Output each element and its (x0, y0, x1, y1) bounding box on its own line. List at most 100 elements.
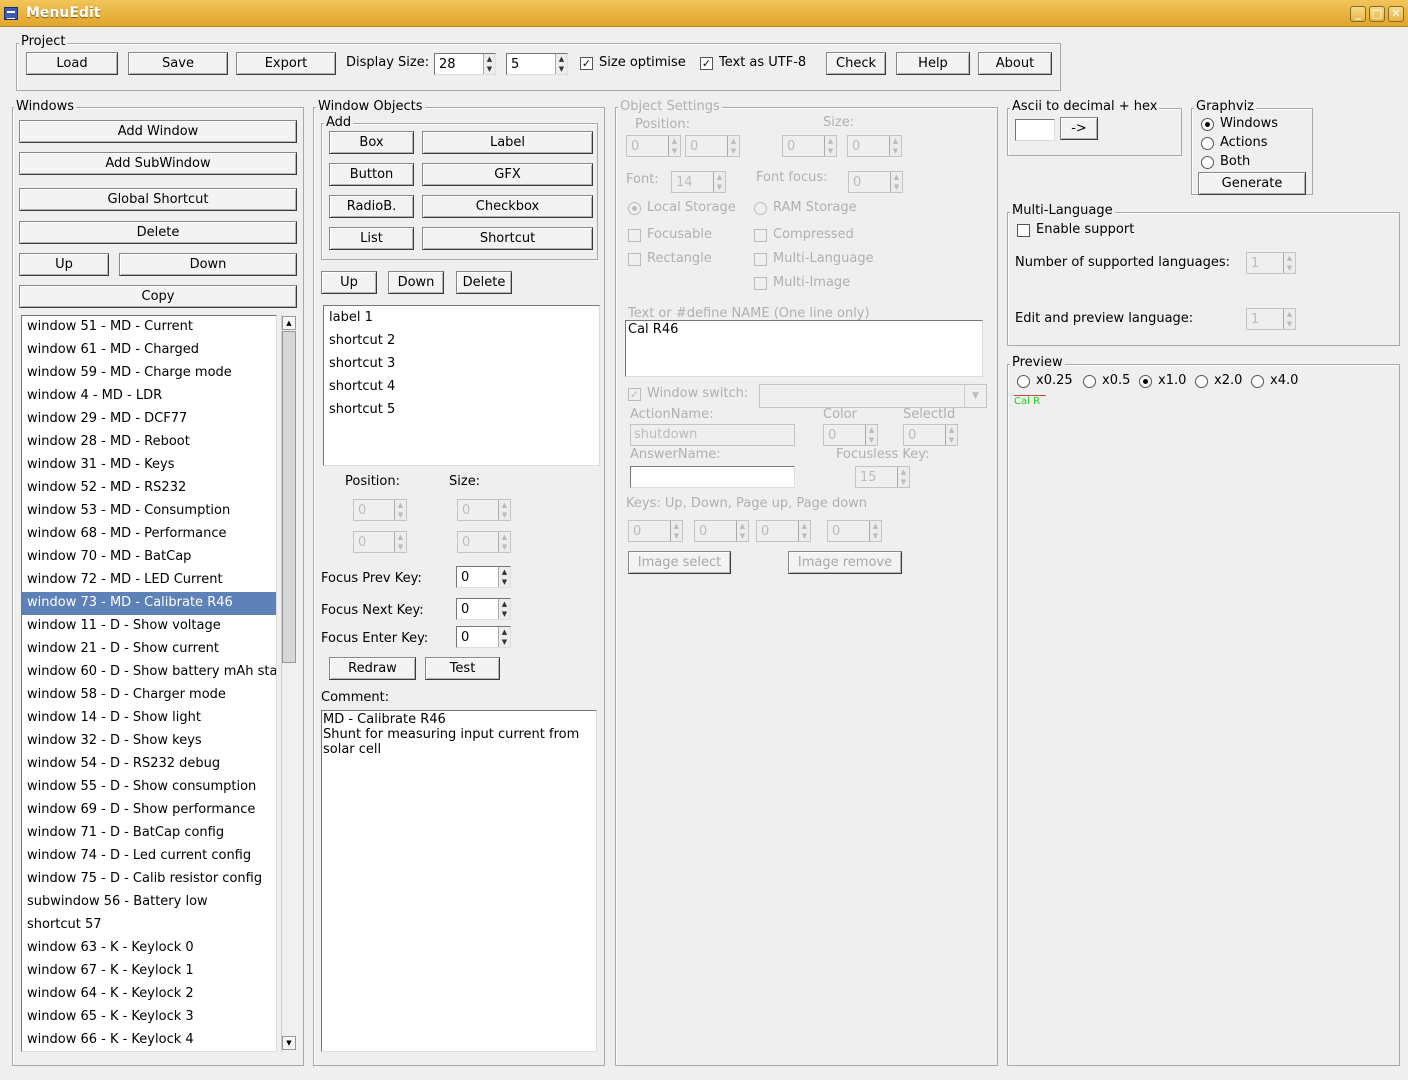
global-shortcut-button[interactable]: Global Shortcut (19, 188, 297, 211)
spinner-arrows-icon[interactable]: ▲ ▼ (498, 567, 510, 587)
window-list-item[interactable]: window 14 - D - Show light (22, 707, 276, 730)
window-list-item[interactable]: window 32 - D - Show keys (22, 730, 276, 753)
zoom-radio[interactable] (1083, 375, 1096, 388)
window-list-item[interactable]: window 61 - MD - Charged (22, 339, 276, 362)
window-list-item[interactable]: window 59 - MD - Charge mode (22, 362, 276, 385)
spinner-arrows-icon[interactable]: ▲ ▼ (736, 521, 748, 541)
scroll-down-icon[interactable]: ▼ (282, 1036, 296, 1050)
answer-name-input[interactable] (630, 466, 795, 488)
settings-size-h-spinner[interactable]: 0 ▲ ▼ (847, 135, 902, 157)
spinner-arrows-icon[interactable]: ▲ ▼ (897, 467, 909, 487)
spinner-arrows-icon[interactable]: ▲ ▼ (668, 136, 680, 156)
window-down-button[interactable]: Down (119, 253, 297, 276)
object-list-item[interactable]: shortcut 4 (324, 376, 599, 399)
ascii-convert-button[interactable]: -> (1060, 117, 1098, 140)
key-pgup-spinner[interactable]: 0 ▲ ▼ (756, 520, 811, 542)
window-list-item[interactable]: window 55 - D - Show consumption (22, 776, 276, 799)
save-button[interactable]: Save (128, 52, 228, 75)
add-subwindow-button[interactable]: Add SubWindow (19, 152, 297, 175)
enable-multilang-checkbox[interactable] (1017, 224, 1030, 237)
windows-list[interactable]: window 51 - MD - Current window 61 - MD -… (21, 315, 277, 1052)
font-spinner[interactable]: 14 ▲ ▼ (671, 171, 726, 193)
window-list-item[interactable]: window 73 - MD - Calibrate R46 (22, 592, 276, 615)
export-button[interactable]: Export (236, 52, 336, 75)
window-list-item[interactable]: window 66 - K - Keylock 4 (22, 1029, 276, 1051)
spinner-arrows-icon[interactable]: ▲ ▼ (1283, 253, 1295, 273)
zoom-radio[interactable] (1017, 375, 1030, 388)
edit-language-spinner[interactable]: 1 ▲ ▼ (1246, 308, 1296, 330)
window-list-item[interactable]: window 69 - D - Show performance (22, 799, 276, 822)
add-gfx-button[interactable]: GFX (422, 163, 593, 186)
window-list-item[interactable]: shortcut 57 (22, 914, 276, 937)
spinner-arrows-icon[interactable]: ▲ ▼ (889, 136, 901, 156)
windows-list-scrollbar[interactable]: ▲ ▼ (281, 315, 297, 1052)
object-text-input[interactable]: Cal R46 (625, 320, 983, 377)
copy-window-button[interactable]: Copy (19, 285, 297, 308)
focus-prev-spinner[interactable]: 0 ▲ ▼ (456, 566, 511, 588)
object-size-h-spinner[interactable]: 0 ▲ ▼ (457, 531, 511, 553)
window-list-item[interactable]: subwindow 56 - Battery low (22, 891, 276, 914)
add-button-button[interactable]: Button (329, 163, 414, 186)
focus-next-spinner[interactable]: 0 ▲ ▼ (456, 598, 511, 620)
spinner-arrows-icon[interactable]: ▲ ▼ (498, 627, 510, 647)
object-list-item[interactable]: label 1 (324, 307, 599, 330)
add-checkbox-button[interactable]: Checkbox (422, 195, 593, 218)
object-list-item[interactable]: shortcut 2 (324, 330, 599, 353)
focusless-key-spinner[interactable]: 15 ▲ ▼ (855, 466, 910, 488)
spinner-arrows-icon[interactable]: ▲ ▼ (670, 521, 682, 541)
minimize-icon[interactable]: _ (1350, 6, 1366, 22)
spinner-arrows-icon[interactable]: ▲ ▼ (498, 532, 510, 552)
redraw-button[interactable]: Redraw (329, 657, 416, 680)
window-list-item[interactable]: window 11 - D - Show voltage (22, 615, 276, 638)
window-list-item[interactable]: window 54 - D - RS232 debug (22, 753, 276, 776)
window-list-item[interactable]: window 63 - K - Keylock 0 (22, 937, 276, 960)
graphviz-generate-button[interactable]: Generate (1198, 172, 1306, 195)
key-up-spinner[interactable]: 0 ▲ ▼ (628, 520, 683, 542)
window-list-item[interactable]: window 4 - MD - LDR (22, 385, 276, 408)
add-radio-button[interactable]: RadioB. (329, 195, 414, 218)
window-list-item[interactable]: window 53 - MD - Consumption (22, 500, 276, 523)
key-pgdn-spinner[interactable]: 0 ▲ ▼ (827, 520, 882, 542)
spinner-arrows-icon[interactable]: ▲ ▼ (394, 500, 406, 520)
scroll-up-icon[interactable]: ▲ (282, 316, 296, 330)
multi-image-checkbox[interactable] (754, 277, 767, 290)
about-button[interactable]: About (978, 52, 1052, 75)
window-list-item[interactable]: window 51 - MD - Current (22, 316, 276, 339)
settings-pos-x-spinner[interactable]: 0 ▲ ▼ (626, 135, 681, 157)
font-focus-spinner[interactable]: 0 ▲ ▼ (848, 171, 903, 193)
zoom-radio[interactable] (1195, 375, 1208, 388)
window-list-item[interactable]: window 74 - D - Led current config (22, 845, 276, 868)
window-list-item[interactable]: window 28 - MD - Reboot (22, 431, 276, 454)
spinner-arrows-icon[interactable]: ▲ ▼ (498, 500, 510, 520)
window-up-button[interactable]: Up (19, 253, 109, 276)
spinner-arrows-icon[interactable]: ▲ ▼ (713, 172, 725, 192)
window-list-item[interactable]: window 52 - MD - RS232 (22, 477, 276, 500)
spinner-arrows-icon[interactable]: ▲ ▼ (865, 425, 877, 445)
color-spinner[interactable]: 0 ▲ ▼ (823, 424, 878, 446)
scroll-thumb[interactable] (282, 331, 296, 663)
window-list-item[interactable]: window 67 - K - Keylock 1 (22, 960, 276, 983)
window-list-item[interactable]: window 21 - D - Show current (22, 638, 276, 661)
rectangle-checkbox[interactable] (628, 253, 641, 266)
window-list-item[interactable]: window 75 - D - Calib resistor config (22, 868, 276, 891)
window-list-item[interactable]: window 70 - MD - BatCap (22, 546, 276, 569)
close-icon[interactable]: ✕ (1388, 6, 1404, 22)
spinner-arrows-icon[interactable]: ▲ ▼ (945, 425, 957, 445)
window-list-item[interactable]: window 58 - D - Charger mode (22, 684, 276, 707)
graphviz-both-radio[interactable] (1201, 156, 1214, 169)
spinner-arrows-icon[interactable]: ▲ ▼ (798, 521, 810, 541)
add-box-button[interactable]: Box (329, 131, 414, 154)
local-storage-radio[interactable] (628, 202, 641, 215)
window-list-item[interactable]: window 31 - MD - Keys (22, 454, 276, 477)
zoom-radio[interactable] (1139, 375, 1152, 388)
object-delete-button[interactable]: Delete (456, 271, 512, 294)
window-list-item[interactable]: window 65 - K - Keylock 3 (22, 1006, 276, 1029)
add-label-button[interactable]: Label (422, 131, 593, 154)
spinner-arrows-icon[interactable]: ▲ ▼ (498, 599, 510, 619)
comment-textarea[interactable]: MD - Calibrate R46 Shunt for measuring i… (321, 710, 597, 1052)
spinner-arrows-icon[interactable]: ▲ ▼ (555, 54, 567, 74)
window-list-item[interactable]: window 68 - MD - Performance (22, 523, 276, 546)
spinner-arrows-icon[interactable]: ▲ ▼ (869, 521, 881, 541)
load-button[interactable]: Load (26, 52, 118, 75)
window-list-item[interactable]: window 29 - MD - DCF77 (22, 408, 276, 431)
